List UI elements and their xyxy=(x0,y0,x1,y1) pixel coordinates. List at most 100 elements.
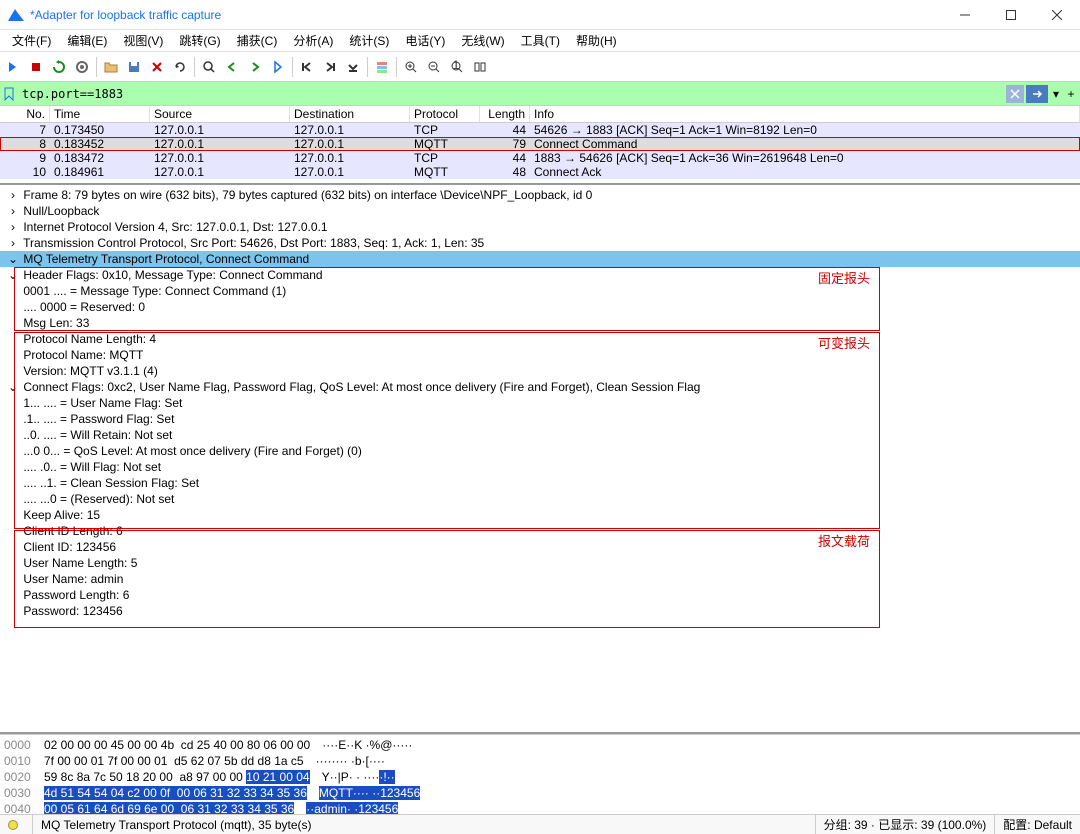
tree-node[interactable]: 1... .... = User Name Flag: Set xyxy=(0,395,1080,411)
tree-node[interactable]: Password: 123456 xyxy=(0,603,1080,619)
tree-node[interactable]: › Null/Loopback xyxy=(0,203,1080,219)
menu-item[interactable]: 文件(F) xyxy=(4,30,59,51)
tree-node[interactable]: › Internet Protocol Version 4, Src: 127.… xyxy=(0,219,1080,235)
apply-filter-button[interactable] xyxy=(1026,85,1048,103)
tree-node[interactable]: 0001 .... = Message Type: Connect Comman… xyxy=(0,283,1080,299)
colorize-button[interactable] xyxy=(371,56,393,78)
find-button[interactable] xyxy=(198,56,220,78)
packet-details-pane[interactable]: › Frame 8: 79 bytes on wire (632 bits), … xyxy=(0,185,1080,734)
zoom-out-button[interactable] xyxy=(423,56,445,78)
tree-expander-icon[interactable]: ⌄ xyxy=(6,251,20,267)
display-filter-input[interactable] xyxy=(18,82,1006,105)
go-last-button[interactable] xyxy=(319,56,341,78)
column-header-source[interactable]: Source xyxy=(150,106,290,122)
go-first-button[interactable] xyxy=(296,56,318,78)
column-header-no[interactable]: No. xyxy=(0,106,50,122)
hex-row[interactable]: 0020 59 8c 8a 7c 50 18 20 00 a8 97 00 00… xyxy=(4,769,1076,785)
column-header-length[interactable]: Length xyxy=(480,106,530,122)
packet-bytes-pane[interactable]: 0000 02 00 00 00 45 00 00 4b cd 25 40 00… xyxy=(0,734,1080,814)
tree-expander-icon[interactable]: › xyxy=(6,219,20,235)
stop-capture-button[interactable] xyxy=(25,56,47,78)
hex-row[interactable]: 0000 02 00 00 00 45 00 00 4b cd 25 40 00… xyxy=(4,737,1076,753)
packet-list-pane[interactable]: No. Time Source Destination Protocol Len… xyxy=(0,106,1080,185)
add-filter-button[interactable]: + xyxy=(1064,85,1078,103)
tree-spacer xyxy=(6,427,20,443)
auto-scroll-button[interactable] xyxy=(342,56,364,78)
hex-row[interactable]: 0040 00 05 61 64 6d 69 6e 00 06 31 32 33… xyxy=(4,801,1076,814)
tree-expander-icon[interactable]: › xyxy=(6,203,20,219)
tree-node[interactable]: User Name: admin xyxy=(0,571,1080,587)
tree-node[interactable]: ⌄ Header Flags: 0x10, Message Type: Conn… xyxy=(0,267,1080,283)
menu-item[interactable]: 视图(V) xyxy=(115,30,171,51)
close-file-button[interactable] xyxy=(146,56,168,78)
packet-row[interactable]: 90.183472127.0.0.1127.0.0.1TCP441883 → 5… xyxy=(0,151,1080,165)
tree-node[interactable]: User Name Length: 5 xyxy=(0,555,1080,571)
column-header-info[interactable]: Info xyxy=(530,106,1080,122)
tree-node[interactable]: .... ...0 = (Reserved): Not set xyxy=(0,491,1080,507)
save-button[interactable] xyxy=(123,56,145,78)
menu-item[interactable]: 电话(Y) xyxy=(397,30,453,51)
tree-spacer xyxy=(6,347,20,363)
tree-node[interactable]: › Frame 8: 79 bytes on wire (632 bits), … xyxy=(0,187,1080,203)
tree-node[interactable]: ..0. .... = Will Retain: Not set xyxy=(0,427,1080,443)
zoom-in-button[interactable] xyxy=(400,56,422,78)
tree-node[interactable]: Keep Alive: 15 xyxy=(0,507,1080,523)
tree-node[interactable]: Msg Len: 33 xyxy=(0,315,1080,331)
packet-row[interactable]: 70.173450127.0.0.1127.0.0.1TCP4454626 → … xyxy=(0,123,1080,137)
menu-item[interactable]: 跳转(G) xyxy=(171,30,228,51)
open-file-button[interactable] xyxy=(100,56,122,78)
tree-node[interactable]: .... .0.. = Will Flag: Not set xyxy=(0,459,1080,475)
reload-button[interactable] xyxy=(169,56,191,78)
close-button[interactable] xyxy=(1034,0,1080,30)
tree-node[interactable]: Client ID: 123456 xyxy=(0,539,1080,555)
tree-expander-icon[interactable]: › xyxy=(6,235,20,251)
tree-node[interactable]: ⌄ MQ Telemetry Transport Protocol, Conne… xyxy=(0,251,1080,267)
tree-node[interactable]: Protocol Name: MQTT xyxy=(0,347,1080,363)
tree-node[interactable]: Password Length: 6 xyxy=(0,587,1080,603)
zoom-reset-button[interactable]: 1 xyxy=(446,56,468,78)
menu-item[interactable]: 帮助(H) xyxy=(568,30,625,51)
recent-filters-button[interactable]: ▾ xyxy=(1050,85,1062,103)
status-profile[interactable]: 配置: Default xyxy=(995,815,1080,834)
filter-bookmark-icon[interactable] xyxy=(0,83,18,105)
maximize-button[interactable] xyxy=(988,0,1034,30)
menu-item[interactable]: 编辑(E) xyxy=(59,30,115,51)
tree-node[interactable]: Version: MQTT v3.1.1 (4) xyxy=(0,363,1080,379)
tree-node-label: Password Length: 6 xyxy=(20,587,129,603)
column-header-time[interactable]: Time xyxy=(50,106,150,122)
capture-options-button[interactable] xyxy=(71,56,93,78)
menu-item[interactable]: 无线(W) xyxy=(453,30,512,51)
menu-item[interactable]: 统计(S) xyxy=(341,30,397,51)
hex-row[interactable]: 0030 4d 51 54 54 04 c2 00 0f 00 06 31 32… xyxy=(4,785,1076,801)
tree-expander-icon[interactable]: ⌄ xyxy=(6,379,20,395)
menu-item[interactable]: 捕获(C) xyxy=(229,30,286,51)
tree-node[interactable]: ⌄ Connect Flags: 0xc2, User Name Flag, P… xyxy=(0,379,1080,395)
go-back-button[interactable] xyxy=(221,56,243,78)
tree-node[interactable]: Protocol Name Length: 4 xyxy=(0,331,1080,347)
tree-node[interactable]: › Transmission Control Protocol, Src Por… xyxy=(0,235,1080,251)
tree-node[interactable]: ...0 0... = QoS Level: At most once deli… xyxy=(0,443,1080,459)
expert-info-led-icon[interactable] xyxy=(8,820,18,830)
hex-row[interactable]: 0010 7f 00 00 01 7f 00 00 01 d5 62 07 5b… xyxy=(4,753,1076,769)
tree-expander-icon[interactable]: › xyxy=(6,187,20,203)
packet-row[interactable]: 100.184961127.0.0.1127.0.0.1MQTT48Connec… xyxy=(0,165,1080,179)
tree-node[interactable]: Client ID Length: 6 xyxy=(0,523,1080,539)
clear-filter-button[interactable] xyxy=(1006,85,1024,103)
start-capture-button[interactable] xyxy=(2,56,24,78)
tree-node-label: ..0. .... = Will Retain: Not set xyxy=(20,427,172,443)
minimize-button[interactable] xyxy=(942,0,988,30)
column-header-dest[interactable]: Destination xyxy=(290,106,410,122)
restart-capture-button[interactable] xyxy=(48,56,70,78)
tree-spacer xyxy=(6,571,20,587)
go-to-packet-button[interactable] xyxy=(267,56,289,78)
menu-item[interactable]: 分析(A) xyxy=(285,30,341,51)
packet-row[interactable]: 80.183452127.0.0.1127.0.0.1MQTT79Connect… xyxy=(0,137,1080,151)
go-forward-button[interactable] xyxy=(244,56,266,78)
column-header-protocol[interactable]: Protocol xyxy=(410,106,480,122)
tree-expander-icon[interactable]: ⌄ xyxy=(6,267,20,283)
tree-node[interactable]: .... 0000 = Reserved: 0 xyxy=(0,299,1080,315)
menu-item[interactable]: 工具(T) xyxy=(513,30,568,51)
resize-columns-button[interactable] xyxy=(469,56,491,78)
tree-node[interactable]: .1.. .... = Password Flag: Set xyxy=(0,411,1080,427)
tree-node[interactable]: .... ..1. = Clean Session Flag: Set xyxy=(0,475,1080,491)
